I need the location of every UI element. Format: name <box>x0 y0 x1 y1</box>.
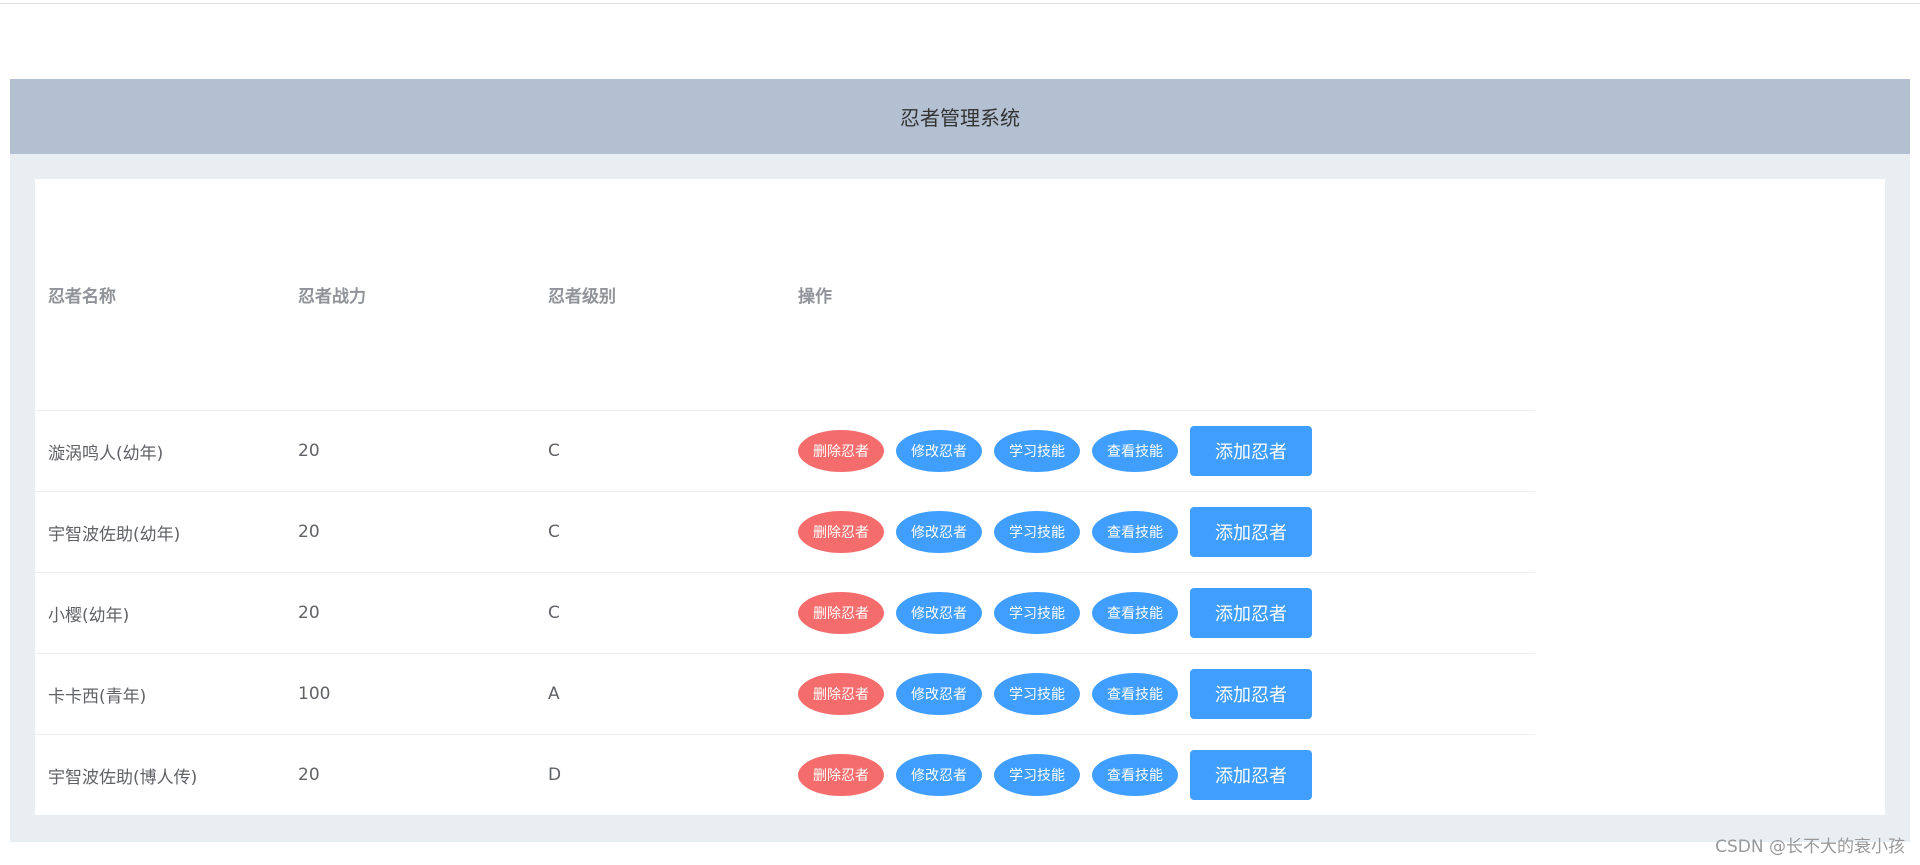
edit-ninja-button[interactable]: 修改忍者 <box>896 430 982 472</box>
delete-ninja-button[interactable]: 删除忍者 <box>798 430 884 472</box>
table-row: 宇智波佐助(幼年) 20 C 删除忍者 修改忍者 学习技能 查看技能 添加忍者 <box>35 492 1535 573</box>
ninja-level-cell: C <box>548 522 560 542</box>
table-row: 宇智波佐助(博人传) 20 D 删除忍者 修改忍者 学习技能 查看技能 添加忍者 <box>35 735 1535 815</box>
table-row: 卡卡西(青年) 100 A 删除忍者 修改忍者 学习技能 查看技能 添加忍者 <box>35 654 1535 735</box>
ninja-name-cell: 小樱(幼年) <box>48 605 130 626</box>
top-divider <box>0 3 1920 4</box>
view-skills-button[interactable]: 查看技能 <box>1092 754 1178 796</box>
app-header: 忍者管理系统 <box>10 79 1910 154</box>
add-ninja-button[interactable]: 添加忍者 <box>1190 588 1312 638</box>
actions-cell: 删除忍者 修改忍者 学习技能 查看技能 添加忍者 <box>785 588 1535 638</box>
ninja-power-cell: 20 <box>298 441 320 461</box>
edit-ninja-button[interactable]: 修改忍者 <box>896 511 982 553</box>
table-row: 漩涡鸣人(幼年) 20 C 删除忍者 修改忍者 学习技能 查看技能 添加忍者 <box>35 411 1535 492</box>
learn-skill-button[interactable]: 学习技能 <box>994 430 1080 472</box>
actions-cell: 删除忍者 修改忍者 学习技能 查看技能 添加忍者 <box>785 669 1535 719</box>
app-container: 忍者管理系统 忍者名称 忍者战力 忍者级别 操作 漩涡鸣人(幼年) 20 C 删… <box>10 79 1910 842</box>
add-ninja-button[interactable]: 添加忍者 <box>1190 669 1312 719</box>
view-skills-button[interactable]: 查看技能 <box>1092 511 1178 553</box>
edit-ninja-button[interactable]: 修改忍者 <box>896 592 982 634</box>
actions-cell: 删除忍者 修改忍者 学习技能 查看技能 添加忍者 <box>785 750 1535 800</box>
ninja-name-cell: 宇智波佐助(幼年) <box>48 524 181 545</box>
column-header-power: 忍者战力 <box>298 287 366 307</box>
actions-cell: 删除忍者 修改忍者 学习技能 查看技能 添加忍者 <box>785 507 1535 557</box>
add-ninja-button[interactable]: 添加忍者 <box>1190 507 1312 557</box>
ninja-name-cell: 卡卡西(青年) <box>48 686 147 707</box>
view-skills-button[interactable]: 查看技能 <box>1092 592 1178 634</box>
delete-ninja-button[interactable]: 删除忍者 <box>798 673 884 715</box>
ninja-name-cell: 漩涡鸣人(幼年) <box>48 443 164 464</box>
ninja-level-cell: A <box>548 684 560 704</box>
actions-cell: 删除忍者 修改忍者 学习技能 查看技能 添加忍者 <box>785 426 1535 476</box>
learn-skill-button[interactable]: 学习技能 <box>994 511 1080 553</box>
table-row: 小樱(幼年) 20 C 删除忍者 修改忍者 学习技能 查看技能 添加忍者 <box>35 573 1535 654</box>
ninja-power-cell: 100 <box>298 684 331 704</box>
table-header: 忍者名称 忍者战力 忍者级别 操作 <box>35 179 1535 411</box>
page-title: 忍者管理系统 <box>900 106 1020 130</box>
ninja-table: 忍者名称 忍者战力 忍者级别 操作 漩涡鸣人(幼年) 20 C 删除忍者 修改忍… <box>35 179 1535 815</box>
learn-skill-button[interactable]: 学习技能 <box>994 592 1080 634</box>
learn-skill-button[interactable]: 学习技能 <box>994 673 1080 715</box>
column-header-level: 忍者级别 <box>548 287 616 307</box>
edit-ninja-button[interactable]: 修改忍者 <box>896 673 982 715</box>
edit-ninja-button[interactable]: 修改忍者 <box>896 754 982 796</box>
ninja-power-cell: 20 <box>298 765 320 785</box>
delete-ninja-button[interactable]: 删除忍者 <box>798 592 884 634</box>
view-skills-button[interactable]: 查看技能 <box>1092 673 1178 715</box>
column-header-actions: 操作 <box>798 287 832 307</box>
view-skills-button[interactable]: 查看技能 <box>1092 430 1178 472</box>
ninja-power-cell: 20 <box>298 603 320 623</box>
watermark: CSDN @长不大的衰小孩 <box>1715 837 1905 857</box>
delete-ninja-button[interactable]: 删除忍者 <box>798 754 884 796</box>
delete-ninja-button[interactable]: 删除忍者 <box>798 511 884 553</box>
learn-skill-button[interactable]: 学习技能 <box>994 754 1080 796</box>
add-ninja-button[interactable]: 添加忍者 <box>1190 426 1312 476</box>
add-ninja-button[interactable]: 添加忍者 <box>1190 750 1312 800</box>
main-panel: 忍者名称 忍者战力 忍者级别 操作 漩涡鸣人(幼年) 20 C 删除忍者 修改忍… <box>35 179 1885 815</box>
column-header-name: 忍者名称 <box>48 287 116 307</box>
ninja-level-cell: C <box>548 441 560 461</box>
ninja-name-cell: 宇智波佐助(博人传) <box>48 767 198 788</box>
ninja-level-cell: D <box>548 765 562 785</box>
ninja-power-cell: 20 <box>298 522 320 542</box>
ninja-level-cell: C <box>548 603 560 623</box>
